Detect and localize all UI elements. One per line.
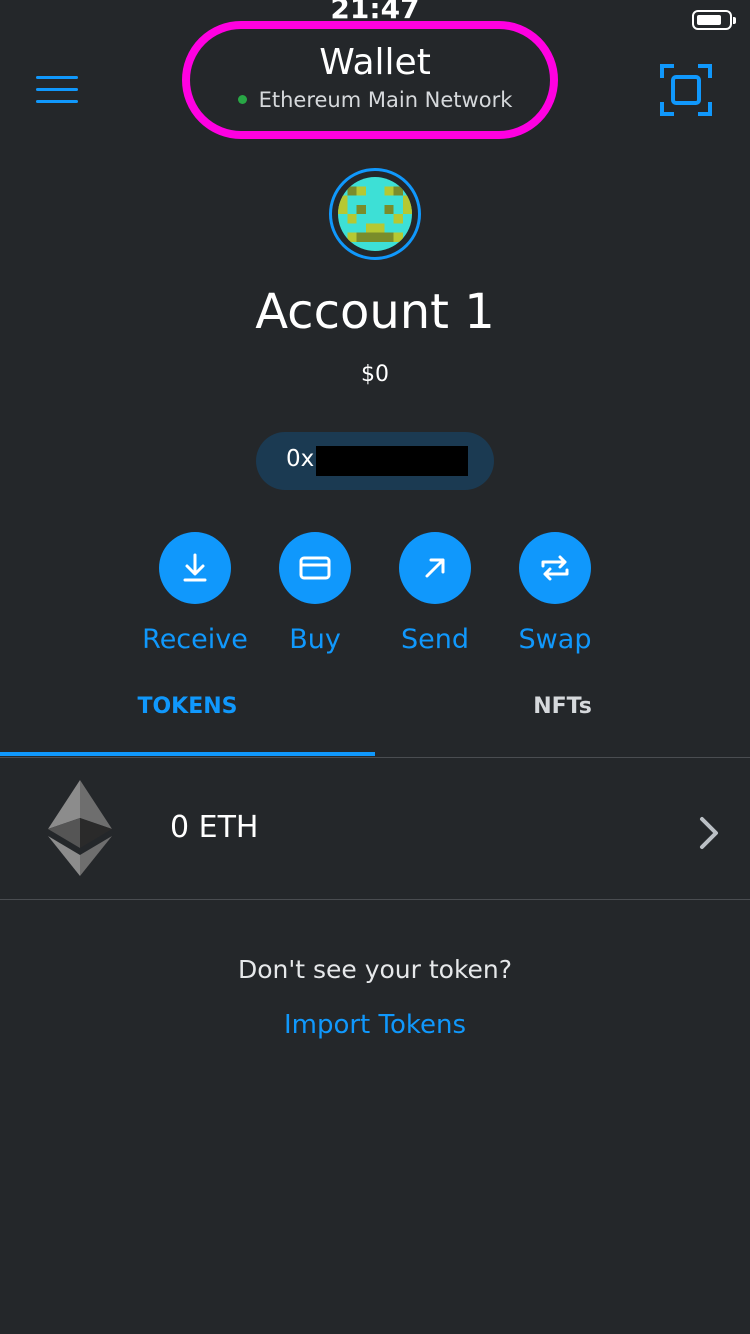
account-name[interactable]: Account 1 bbox=[0, 284, 750, 340]
send-label: Send bbox=[400, 624, 469, 655]
ethereum-icon bbox=[48, 780, 112, 876]
avatar-identicon bbox=[338, 177, 412, 251]
receive-label: Receive bbox=[142, 624, 248, 655]
token-row-eth[interactable]: 0 ETH bbox=[0, 758, 750, 898]
address-prefix: 0x bbox=[286, 446, 315, 472]
swap-button[interactable]: Swap bbox=[500, 532, 610, 655]
swap-arrows-icon bbox=[541, 555, 569, 581]
arrow-up-right-icon bbox=[425, 558, 445, 578]
network-name: Ethereum Main Network bbox=[258, 88, 513, 112]
download-icon bbox=[183, 553, 207, 582]
chevron-right-icon bbox=[700, 817, 718, 849]
battery-icon bbox=[692, 10, 736, 30]
buy-label: Buy bbox=[289, 624, 341, 655]
row-divider bbox=[0, 899, 750, 900]
import-tokens-link[interactable]: Import Tokens bbox=[0, 1010, 750, 1040]
network-selector[interactable]: Ethereum Main Network bbox=[0, 88, 750, 112]
buy-button[interactable]: Buy bbox=[260, 532, 370, 655]
missing-token-text: Don't see your token? bbox=[237, 955, 513, 984]
network-status-dot bbox=[237, 94, 247, 104]
tab-tokens[interactable]: TOKENS bbox=[0, 694, 375, 719]
account-balance: $0 bbox=[361, 362, 389, 387]
address-redacted bbox=[316, 446, 468, 476]
account-avatar[interactable] bbox=[329, 168, 421, 260]
qr-scan-icon[interactable] bbox=[660, 64, 712, 116]
card-icon bbox=[299, 556, 331, 580]
tab-nfts[interactable]: NFTs bbox=[375, 694, 750, 719]
active-tab-indicator bbox=[0, 752, 375, 756]
swap-label: Swap bbox=[518, 624, 592, 655]
account-address-button[interactable]: 0x bbox=[256, 432, 494, 490]
page-title[interactable]: Wallet bbox=[0, 42, 750, 83]
token-amount: 0 ETH bbox=[170, 810, 259, 845]
send-button[interactable]: Send bbox=[380, 532, 490, 655]
receive-button[interactable]: Receive bbox=[140, 532, 250, 655]
